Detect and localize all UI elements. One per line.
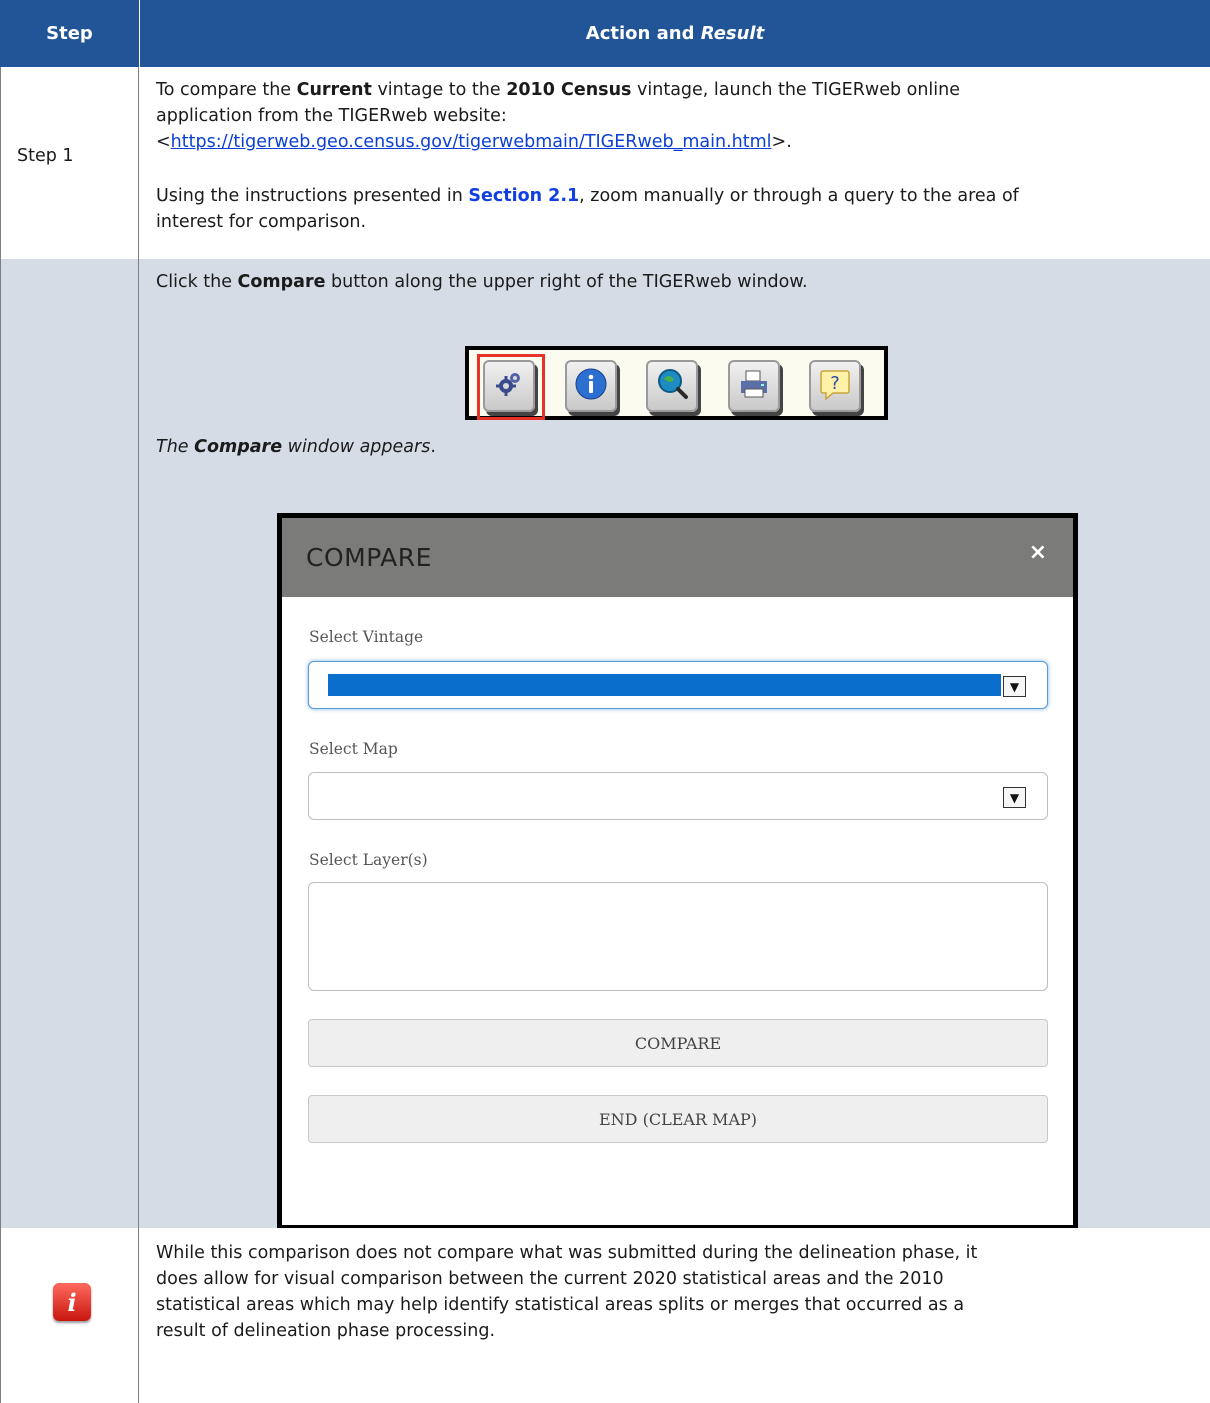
search-tool-button[interactable] (646, 360, 698, 412)
text-run: Using the instructions presented in (156, 186, 469, 206)
search-icon (655, 367, 689, 405)
note-line: does allow for visual comparison between… (156, 1269, 944, 1289)
compare-highlight-box (477, 354, 545, 420)
end-clear-map-button[interactable]: END (CLEAR MAP) (308, 1095, 1048, 1143)
table-row-step-1: Step 1 To compare the Current vintage to… (0, 67, 1210, 260)
result-header-label: Result (700, 23, 765, 44)
step-cell-empty (0, 259, 139, 1228)
compare-button[interactable]: COMPARE (308, 1019, 1048, 1067)
text-run: , zoom manually or through a query to th… (579, 186, 1019, 206)
text-run: . (430, 437, 436, 457)
table-header: Step Action and Result (0, 0, 1210, 67)
print-icon (737, 367, 771, 405)
close-icon[interactable]: × (1029, 540, 1047, 565)
selected-option-highlight (328, 674, 1001, 696)
text-run: >. (771, 132, 792, 152)
select-vintage-dropdown[interactable]: ▼ (308, 661, 1048, 709)
icon-cell: i (0, 1228, 139, 1403)
text-run: Click the (156, 272, 238, 292)
step-label: Step 1 (17, 146, 74, 166)
note-paragraph: While this comparison does not compare w… (156, 1240, 977, 1344)
select-map-dropdown[interactable]: ▼ (308, 772, 1048, 820)
text-bold-compare: Compare (194, 437, 283, 457)
help-icon: ? (818, 367, 852, 405)
info-icon (574, 367, 608, 405)
tigerweb-link[interactable]: https://tigerweb.geo.census.gov/tigerweb… (171, 132, 772, 152)
note-line: statistical areas which may help identif… (156, 1295, 965, 1315)
tigerweb-toolbar: ? (465, 346, 888, 420)
dialog-titlebar: COMPARE × (282, 518, 1073, 597)
section-2-1-link[interactable]: Section 2.1 (468, 186, 579, 206)
text-run: button along the upper right of the TIGE… (325, 272, 808, 292)
chevron-down-icon[interactable]: ▼ (1003, 676, 1026, 697)
text-run: To compare the (156, 80, 297, 100)
text-run: vintage to the (371, 80, 507, 100)
paragraph-window-appears: The Compare window appears. (156, 434, 436, 460)
info-note-icon: i (53, 1283, 91, 1321)
note-cell: While this comparison does not compare w… (139, 1228, 1210, 1403)
text-run: application from the TIGERweb website: (156, 106, 507, 126)
select-map-label: Select Map (309, 740, 398, 758)
text-run: window appears (282, 437, 431, 457)
paragraph-launch: To compare the Current vintage to the 20… (156, 77, 960, 155)
svg-text:?: ? (830, 373, 840, 394)
select-vintage-label: Select Vintage (309, 628, 424, 646)
text-bold-current: Current (296, 80, 372, 100)
text-run: interest for comparison. (156, 212, 367, 232)
select-layers-label: Select Layer(s) (309, 851, 428, 869)
text-run: < (156, 132, 171, 152)
print-tool-button[interactable] (728, 360, 780, 412)
text-run: The (156, 437, 195, 457)
select-layers-list[interactable] (308, 882, 1048, 991)
action-cell: Click the Compare button along the upper… (139, 259, 1210, 1230)
action-cell: To compare the Current vintage to the 20… (139, 67, 1210, 259)
step-cell: Step 1 (0, 67, 139, 259)
step-column-header: Step (0, 0, 140, 67)
table-row-note: i While this comparison does not compare… (0, 1228, 1210, 1403)
action-header-label: Action and (585, 23, 695, 44)
info-tool-button[interactable] (565, 360, 617, 412)
table-row-compare: Click the Compare button along the upper… (0, 259, 1210, 1230)
paragraph-zoom: Using the instructions presented in Sect… (156, 183, 1019, 235)
dialog-title: COMPARE (306, 543, 432, 572)
action-column-header: Action and Result (140, 0, 1210, 67)
note-line: result of delineation phase processing. (156, 1321, 496, 1341)
help-tool-button[interactable]: ? (809, 360, 861, 412)
paragraph-click-compare: Click the Compare button along the upper… (156, 269, 808, 295)
compare-dialog: COMPARE × Select Vintage ▼ Select Map ▼ … (277, 513, 1078, 1230)
text-bold-compare: Compare (237, 272, 326, 292)
chevron-down-icon[interactable]: ▼ (1003, 787, 1026, 808)
text-run: vintage, launch the TIGERweb online (631, 80, 961, 100)
text-bold-2010-census: 2010 Census (506, 80, 632, 100)
note-line: While this comparison does not compare w… (156, 1243, 978, 1263)
